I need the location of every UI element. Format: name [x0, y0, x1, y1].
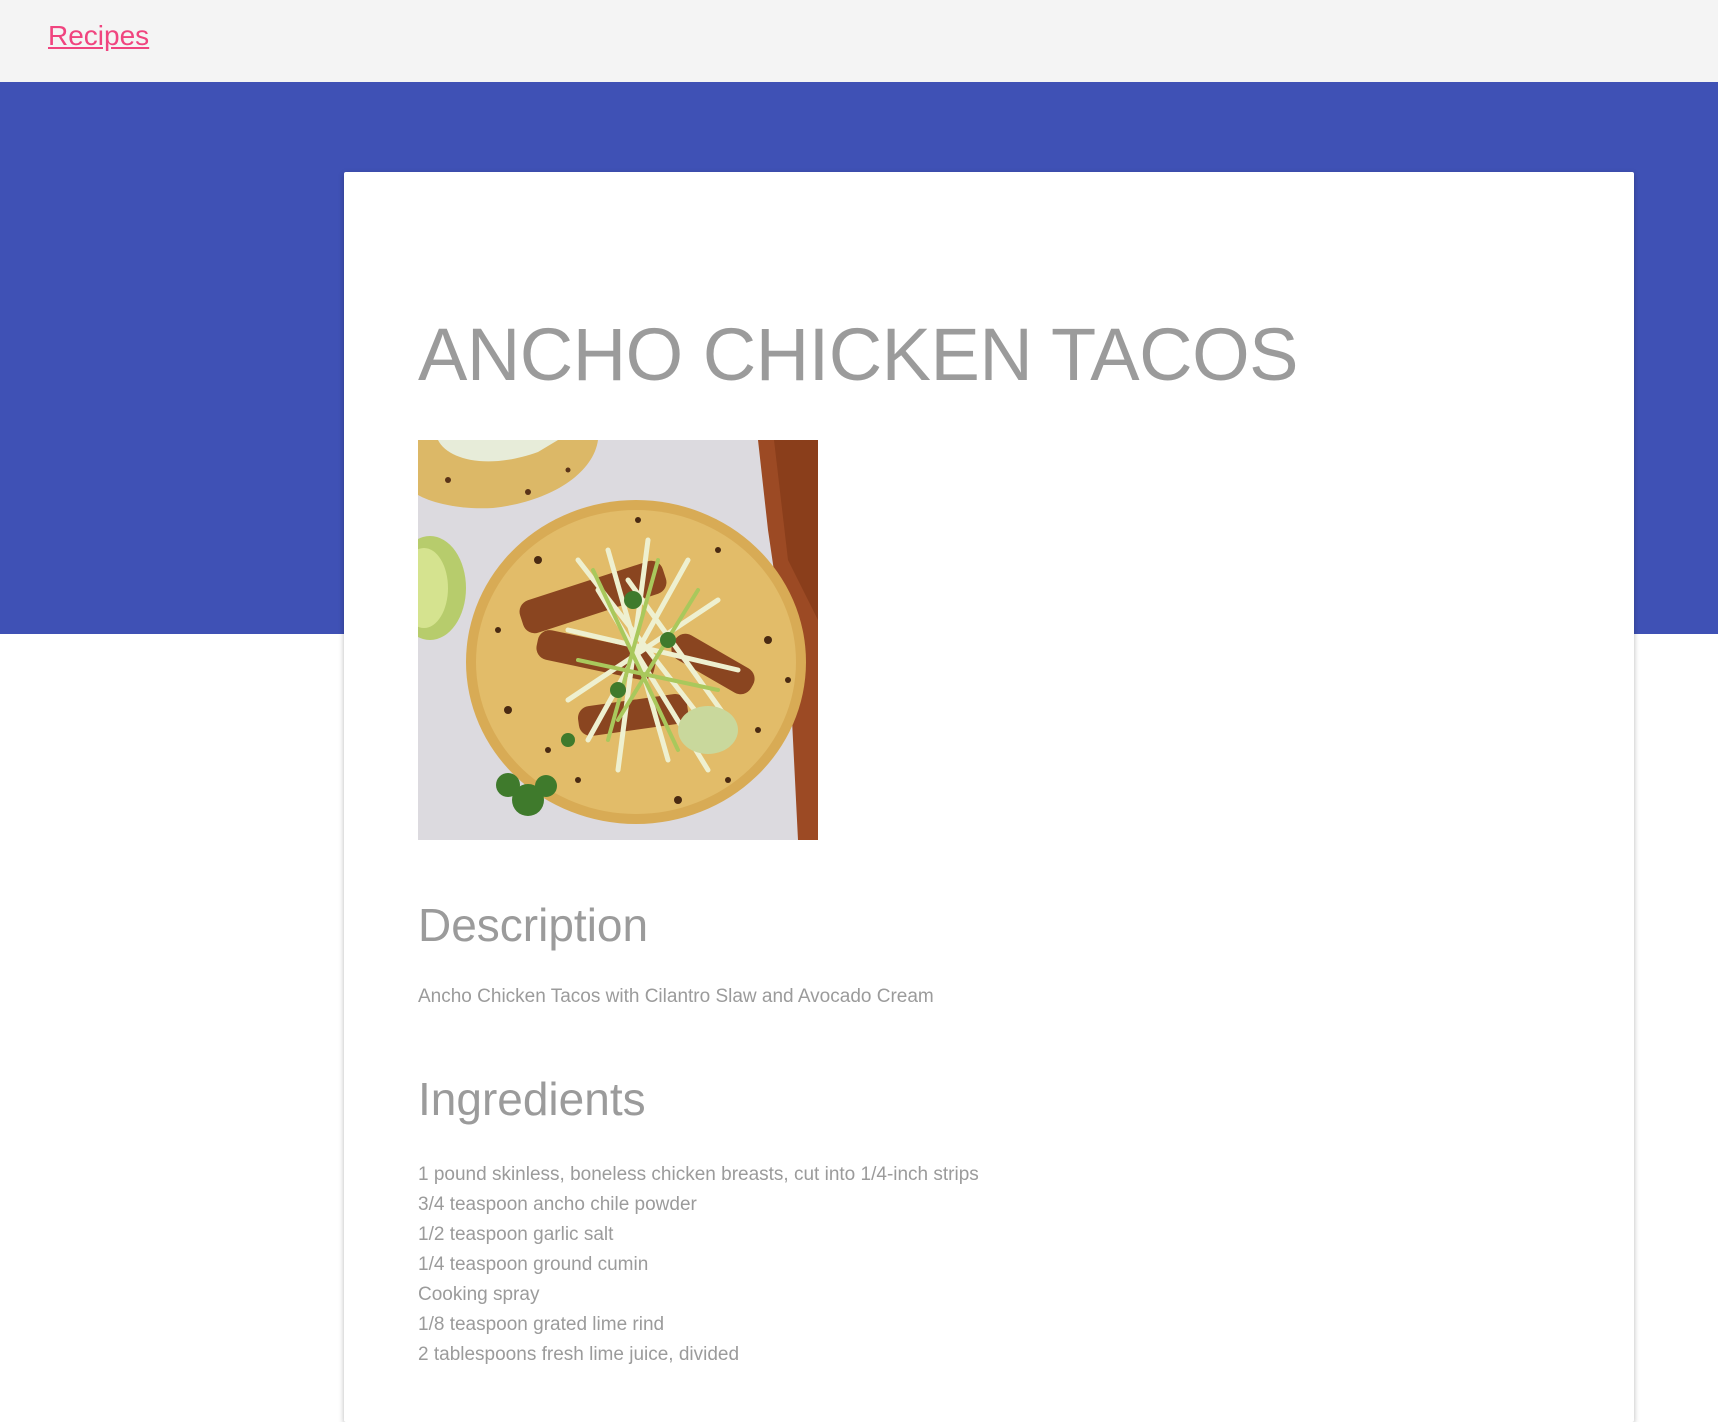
ingredient-item: 1 pound skinless, boneless chicken breas… [418, 1164, 979, 1185]
ingredient-item: 2 tablespoons fresh lime juice, divided [418, 1344, 740, 1365]
recipe-card: ANCHO CHICKEN TACOS Description Ancho Ch… [344, 172, 1634, 1422]
photo-avocado-cream [678, 706, 738, 754]
description-heading: Description [418, 899, 649, 951]
recipe-title: ANCHO CHICKEN TACOS [418, 313, 1298, 396]
ingredient-item: 1/4 teaspoon ground cumin [418, 1254, 649, 1275]
ingredients-list: 1 pound skinless, boneless chicken breas… [418, 1160, 979, 1370]
ingredient-item: 1/8 teaspoon grated lime rind [418, 1314, 665, 1335]
ingredient-item: 1/2 teaspoon garlic salt [418, 1224, 614, 1245]
top-navigation-bar: Recipes [0, 0, 1718, 82]
recipes-link[interactable]: Recipes [48, 20, 149, 52]
description-text: Ancho Chicken Tacos with Cilantro Slaw a… [418, 986, 934, 1007]
recipe-photo [418, 440, 818, 840]
ingredients-heading: Ingredients [418, 1073, 646, 1125]
ingredient-item: Cooking spray [418, 1284, 540, 1305]
ingredient-item: 3/4 teaspoon ancho chile powder [418, 1194, 697, 1215]
